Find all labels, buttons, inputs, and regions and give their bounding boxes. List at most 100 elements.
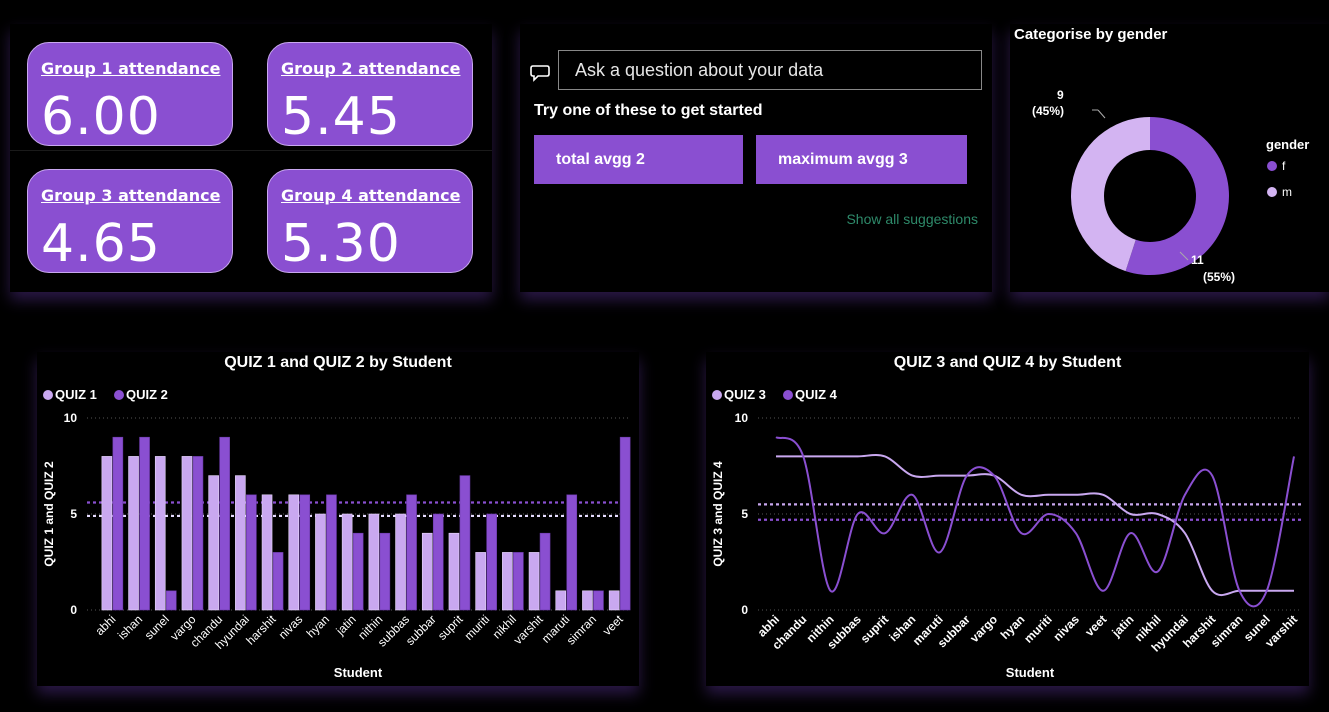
legend-label-f[interactable]: f [1282,159,1286,173]
y-tick-label: 0 [741,603,748,617]
group-4-card[interactable]: Group 4 attendance 5.30 [267,169,473,274]
x-tick-label: vargo [967,612,1000,645]
x-tick-label: veet [1082,612,1109,639]
cards-divider [10,150,492,151]
y-tick-label: 10 [735,411,749,425]
group-3-card[interactable]: Group 3 attendance 4.65 [27,169,233,274]
bar-quiz-2-nithin[interactable] [379,532,391,611]
legend-dot-quiz-1 [43,390,53,400]
group-2-value: 5.45 [281,87,401,147]
bar-quiz-2-ishan[interactable] [139,436,150,611]
legend-label-quiz-3[interactable]: QUIZ 3 [724,387,766,402]
quiz-1-2-bar-chart: QUIZ 1 QUIZ 2 0 5 10 QUIZ 1 and QUIZ 2 Student… [42,387,631,680]
bar-quiz-1-abhi[interactable] [101,456,113,611]
quiz-3-4-chart-panel: QUIZ 3 and QUIZ 4 by Student QUIZ 3 QUIZ … [706,352,1309,686]
donut-label-m-pct: (45%) [1032,104,1064,118]
bar-quiz-1-harshit[interactable] [261,494,273,611]
bar-quiz-2-sunel[interactable] [165,590,177,611]
x-tick-label: veet [600,612,626,638]
quiz-1-2-chart-panel: QUIZ 1 and QUIZ 2 by Student QUIZ 1 QUIZ … [37,352,639,686]
group-1-card[interactable]: Group 1 attendance 6.00 [27,42,233,147]
legend-label-quiz-4[interactable]: QUIZ 4 [795,387,838,402]
bar-quiz-1-subbas[interactable] [395,513,406,611]
bar-quiz-2-hyan[interactable] [326,494,337,611]
bar-quiz-1-veet[interactable] [608,590,620,611]
chat-bubble-icon [530,65,550,82]
donut-leader-m-2 [1097,109,1106,119]
bar-quiz-2-muriti[interactable] [486,513,497,611]
bar-quiz-2-jatin[interactable] [352,532,364,611]
x-tick-label: muriti [462,612,493,643]
bar-quiz-2-harshit[interactable] [272,552,284,611]
group-3-value: 4.65 [41,214,161,274]
x-tick-label: suprit [435,612,466,643]
y-axis-title: QUIZ 3 and QUIZ 4 [711,461,725,567]
y-tick-label: 0 [70,603,77,617]
bar-quiz-1-simran[interactable] [582,590,593,611]
bar-quiz-1-muriti[interactable] [475,552,486,611]
bar-quiz-1-sunel[interactable] [154,456,166,611]
bar-quiz-1-subbar[interactable] [421,532,433,611]
group-1-title[interactable]: Group 1 attendance [41,59,220,78]
group-1-value: 6.00 [41,87,161,147]
bar-quiz-2-simran[interactable] [593,590,604,611]
bar-quiz-2-nikhil[interactable] [513,552,524,611]
show-all-suggestions-link[interactable]: Show all suggestions [846,211,978,227]
bar-quiz-2-maruti[interactable] [566,494,578,611]
bar-quiz-1-ishan[interactable] [128,456,139,611]
bar-quiz-1-nivas[interactable] [288,494,300,611]
suggestion-button-2[interactable]: maximum avgg 3 [756,135,967,184]
legend-dot-m [1267,187,1277,197]
line-quiz-4[interactable] [775,436,1295,608]
bar-quiz-2-suprit[interactable] [459,475,471,611]
bar-quiz-2-nivas[interactable] [299,494,311,611]
bar-quiz-2-varshit[interactable] [539,532,551,611]
legend-dot-quiz-2 [114,390,124,400]
suggestion-button-1[interactable]: total avgg 2 [534,135,743,184]
bar-quiz-1-maruti[interactable] [555,590,567,611]
donut-legend-title: gender [1266,137,1309,152]
group-2-card[interactable]: Group 2 attendance 5.45 [267,42,473,147]
bar-quiz-1-hyundai[interactable] [235,475,246,611]
x-tick-label: abhi [93,612,119,638]
legend-label-quiz-2[interactable]: QUIZ 2 [126,387,168,402]
x-tick-label: nivas [1050,612,1082,644]
x-tick-label: muriti [1021,612,1054,645]
bar-quiz-2-subbas[interactable] [406,494,417,611]
group-4-title[interactable]: Group 4 attendance [281,186,460,205]
donut-label-f-count: 11 [1191,253,1204,267]
gender-donut-chart: 9 (45%) 11 (55%) gender f m [1032,88,1309,284]
y-tick-label: 5 [70,507,77,521]
x-tick-label: harshit [243,612,279,648]
group-3-title[interactable]: Group 3 attendance [41,186,220,205]
bar-quiz-1-suprit[interactable] [448,532,460,611]
x-axis-title: Student [334,665,383,680]
bar-quiz-2-subbar[interactable] [432,513,444,611]
bar-quiz-1-chandu[interactable] [208,475,219,611]
bar-quiz-1-hyan[interactable] [315,513,326,611]
bar-quiz-2-veet[interactable] [619,436,631,611]
bar-quiz-2-abhi[interactable] [112,436,124,611]
bar-quiz-2-hyundai[interactable] [246,494,257,611]
legend-label-m[interactable]: m [1282,185,1292,199]
bar-quiz-2-vargo[interactable] [192,456,204,611]
x-tick-label: suprit [858,612,891,645]
bar-quiz-2-chandu[interactable] [219,436,230,611]
y-tick-label: 10 [64,411,78,425]
gender-donut-panel: Categorise by gender 9 (45%) 11 (55%) ge… [1010,24,1329,292]
qa-question-input[interactable] [558,50,982,90]
x-tick-label: subbar [403,612,439,648]
legend-dot-quiz-4 [783,390,793,400]
bar-quiz-1-varshit[interactable] [528,552,540,611]
group-2-title[interactable]: Group 2 attendance [281,59,460,78]
legend-label-quiz-1[interactable]: QUIZ 1 [55,387,97,402]
bar-quiz-1-vargo[interactable] [181,456,193,611]
x-tick-label: nivas [276,612,306,642]
qa-panel: Try one of these to get started total av… [520,24,992,292]
x-tick-label: varshit [511,612,546,647]
attendance-cards-panel: Group 1 attendance 6.00 Group 2 attendan… [10,24,492,292]
bar-quiz-1-jatin[interactable] [341,513,353,611]
bar-quiz-1-nithin[interactable] [368,513,380,611]
bar-quiz-1-nikhil[interactable] [502,552,513,611]
x-tick-label: sunel [142,612,172,642]
